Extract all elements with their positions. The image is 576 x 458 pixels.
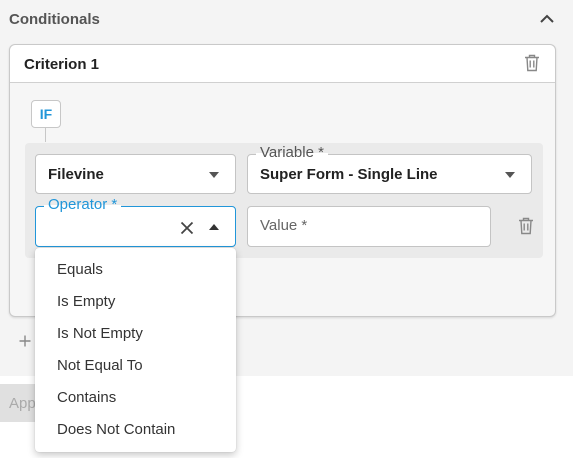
value-input[interactable]: Value * <box>247 206 491 247</box>
operator-label: Operator * <box>44 196 122 214</box>
operator-dropdown-menu: Equals Is Empty Is Not Empty Not Equal T… <box>35 248 236 452</box>
caret-up-icon[interactable] <box>209 224 219 230</box>
trash-icon <box>525 54 539 72</box>
source-select-value: Filevine <box>48 166 104 183</box>
source-select[interactable]: Filevine <box>35 154 236 194</box>
chevron-up-icon <box>540 14 554 23</box>
option-equals[interactable]: Equals <box>35 254 236 286</box>
variable-select[interactable]: Variable * Super Form - Single Line <box>247 144 532 194</box>
clear-operator-button[interactable] <box>176 217 198 239</box>
option-not-equal-to[interactable]: Not Equal To <box>35 350 236 382</box>
plus-icon <box>19 335 31 347</box>
criterion-header: Criterion 1 <box>10 45 555 83</box>
option-is-empty[interactable]: Is Empty <box>35 286 236 318</box>
condition-group: Filevine Variable * Super Form - Single … <box>25 143 543 258</box>
option-is-not-empty[interactable]: Is Not Empty <box>35 318 236 350</box>
criterion-title: Criterion 1 <box>24 56 100 73</box>
value-placeholder: Value * <box>260 217 308 234</box>
trash-icon <box>519 217 533 235</box>
caret-down-icon <box>209 172 219 178</box>
variable-label: Variable * <box>256 144 328 162</box>
apply-button-label: App <box>9 395 36 412</box>
add-criterion-button[interactable] <box>18 333 32 349</box>
operator-select[interactable]: Operator * <box>35 196 236 247</box>
collapse-button[interactable] <box>536 8 558 30</box>
caret-down-icon <box>505 172 515 178</box>
option-contains[interactable]: Contains <box>35 382 236 414</box>
delete-condition-button[interactable] <box>515 215 537 237</box>
close-icon <box>180 221 194 235</box>
variable-select-value: Super Form - Single Line <box>260 166 438 183</box>
connector-line <box>45 128 46 142</box>
section-title: Conditionals <box>9 11 100 28</box>
if-badge: IF <box>31 100 61 128</box>
option-does-not-contain[interactable]: Does Not Contain <box>35 414 236 446</box>
delete-criterion-button[interactable] <box>521 52 543 74</box>
